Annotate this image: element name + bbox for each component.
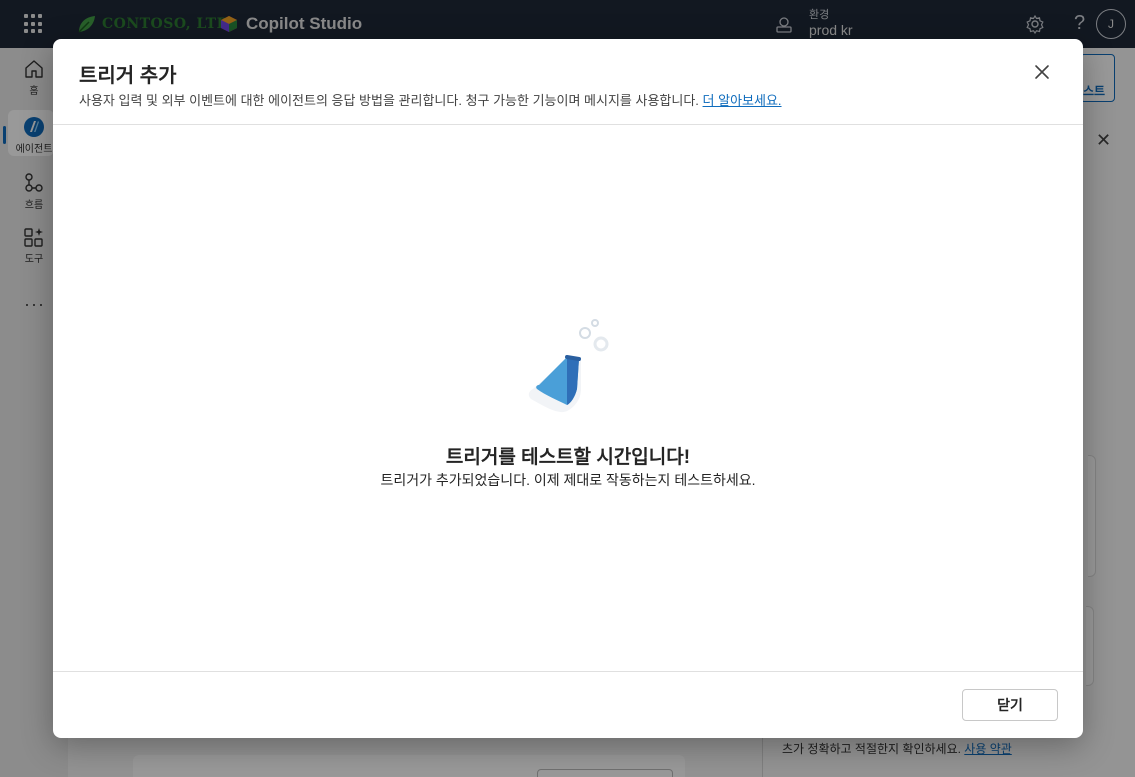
empty-state-subtext: 트리거가 추가되었습니다. 이제 제대로 작동하는지 테스트하세요.	[380, 472, 756, 488]
close-icon[interactable]	[1031, 61, 1053, 83]
dialog-description: 사용자 입력 및 외부 이벤트에 대한 에이전트의 응답 방법을 관리합니다. …	[79, 90, 782, 109]
close-button[interactable]: 닫기	[962, 689, 1058, 721]
learn-more-link[interactable]: 더 알아보세요.	[703, 93, 782, 108]
dialog-description-text: 사용자 입력 및 외부 이벤트에 대한 에이전트의 응답 방법을 관리합니다. …	[79, 93, 699, 108]
flask-icon	[528, 319, 609, 413]
dialog-title: 트리거 추가	[79, 65, 177, 87]
divider	[53, 671, 1083, 672]
empty-state-heading: 트리거를 테스트할 시간입니다!	[445, 447, 691, 468]
add-trigger-dialog: 트리거 추가 사용자 입력 및 외부 이벤트에 대한 에이전트의 응답 방법을 …	[53, 39, 1083, 738]
divider	[53, 124, 1083, 125]
